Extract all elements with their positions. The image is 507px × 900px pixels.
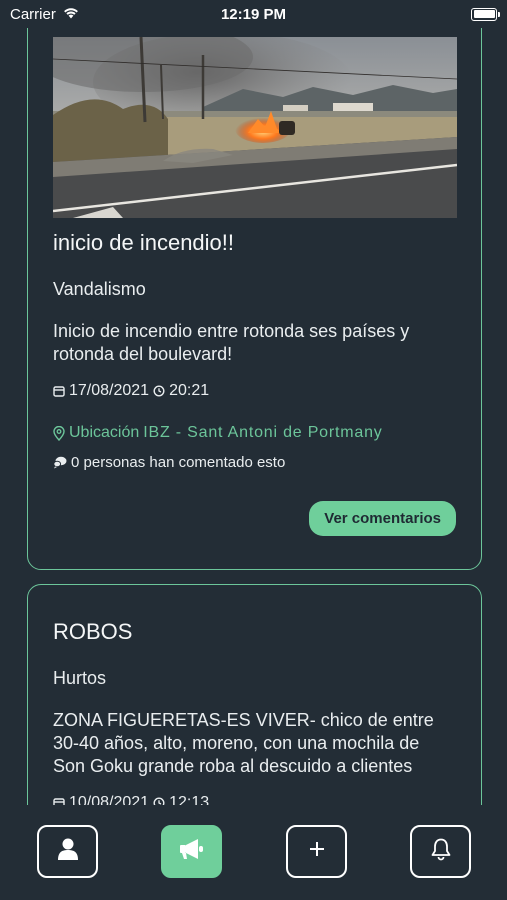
- tab-reports[interactable]: [161, 825, 222, 878]
- wifi-icon: [62, 6, 80, 23]
- clock-icon: [153, 385, 165, 397]
- battery-icon: [471, 7, 500, 21]
- report-datetime: 17/08/2021 20:21: [53, 382, 456, 400]
- card-actions: Ver comentarios: [53, 501, 456, 536]
- location-value: IBZ - Sant Antoni de Portmany: [143, 424, 383, 441]
- calendar-icon: [53, 385, 65, 397]
- plus-icon: [308, 840, 326, 863]
- tab-notifications[interactable]: [410, 825, 471, 878]
- tab-add-report[interactable]: [286, 825, 347, 878]
- carrier-label: Carrier: [10, 5, 56, 23]
- report-title: inicio de incendio!!: [53, 230, 235, 255]
- bottom-tab-bar: [0, 805, 507, 900]
- report-location[interactable]: Ubicación IBZ - Sant Antoni de Portmany: [53, 424, 456, 442]
- report-time: 12:13: [169, 794, 210, 805]
- location-label: Ubicación: [69, 424, 140, 441]
- status-left: Carrier: [10, 6, 80, 23]
- report-date: 10/08/2021: [69, 794, 150, 805]
- report-datetime: 10/08/2021 12:13: [53, 794, 456, 805]
- user-icon: [57, 837, 79, 866]
- calendar-icon: [53, 797, 65, 805]
- comments-count: 0 personas han comentado esto: [53, 454, 456, 471]
- tab-profile[interactable]: [37, 825, 98, 878]
- report-description: Inicio de incendio entre rotonda ses paí…: [53, 321, 410, 364]
- report-card: ROBOS Hurtos ZONA FIGUERETAS-ES VIVER- c…: [27, 584, 482, 805]
- status-bar: Carrier 12:19 PM: [0, 0, 507, 28]
- report-category: Vandalismo: [53, 279, 146, 299]
- report-date: 17/08/2021: [69, 382, 150, 399]
- comment-bubble-icon: [53, 456, 67, 469]
- report-description: ZONA FIGUERETAS-ES VIVER- chico de entre…: [53, 710, 434, 776]
- battery-level: [473, 10, 495, 18]
- view-comments-button[interactable]: Ver comentarios: [309, 501, 456, 536]
- report-card: inicio de incendio!! Vandalismo Inicio d…: [27, 0, 482, 570]
- report-feed[interactable]: inicio de incendio!! Vandalismo Inicio d…: [0, 0, 507, 805]
- bell-icon: [430, 837, 452, 866]
- report-title: ROBOS: [53, 619, 133, 644]
- report-photo[interactable]: [53, 37, 457, 218]
- comments-text: 0 personas han comentado esto: [71, 454, 286, 471]
- megaphone-icon: [178, 837, 206, 866]
- report-time: 20:21: [169, 382, 210, 399]
- clock-icon: [153, 797, 165, 805]
- location-pin-icon: [53, 425, 65, 441]
- report-category: Hurtos: [53, 668, 107, 688]
